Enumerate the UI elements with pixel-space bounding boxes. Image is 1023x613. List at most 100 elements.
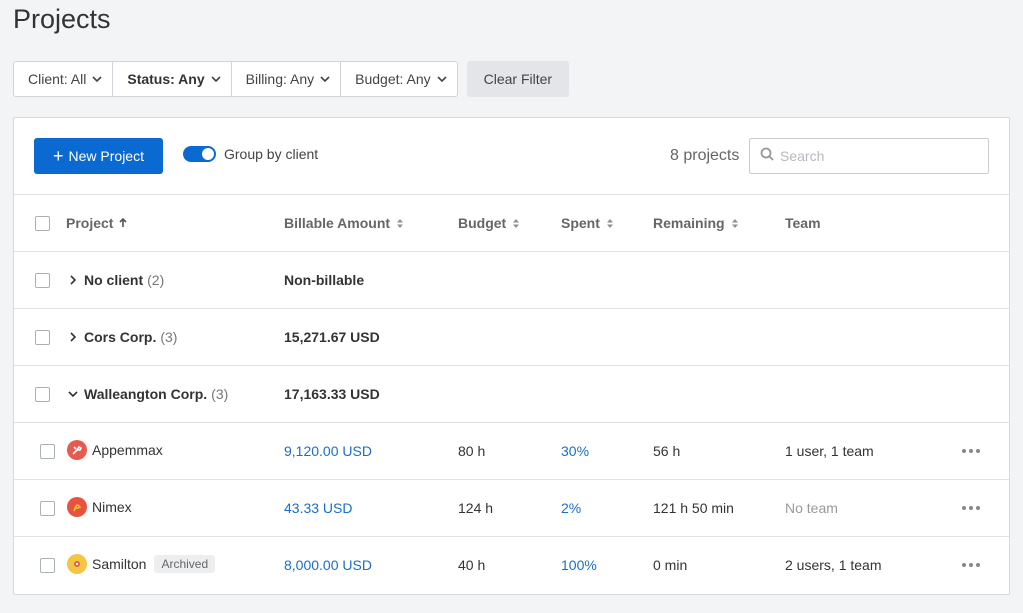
sort-icon <box>512 218 520 229</box>
group-checkbox[interactable] <box>35 273 50 288</box>
new-project-label: New Project <box>68 148 144 164</box>
budget-filter-label: Budget: Any <box>355 71 431 87</box>
billable-amount-link[interactable]: 8,000.00 USD <box>284 557 372 573</box>
more-actions-icon[interactable] <box>962 506 980 510</box>
project-name: Samilton <box>92 556 147 572</box>
group-row-walleangton-corp[interactable]: Walleangton Corp. (3) 17,163.33 USD <box>14 366 1009 423</box>
budget-value: 40 h <box>458 557 486 573</box>
remaining-value: 121 h 50 min <box>653 500 734 516</box>
chevron-down-icon <box>92 74 102 84</box>
clear-filter-button[interactable]: Clear Filter <box>466 61 570 97</box>
spent-link[interactable]: 100% <box>561 557 597 573</box>
projects-toolbar: + New Project Group by client 8 projects <box>14 118 1009 195</box>
budget-value: 80 h <box>458 443 486 459</box>
column-team-label: Team <box>785 215 821 231</box>
project-checkbox[interactable] <box>40 501 55 516</box>
chevron-down-icon <box>437 74 447 84</box>
nimex-avatar-icon <box>67 497 87 517</box>
chevron-right-icon <box>70 275 78 285</box>
group-checkbox[interactable] <box>35 387 50 402</box>
column-project-label: Project <box>66 215 114 231</box>
chevron-down-icon <box>211 74 221 84</box>
group-name-label: Cors Corp. <box>84 329 157 345</box>
budget-value: 124 h <box>458 500 494 516</box>
filter-bar: Client: All Status: Any Billing: Any Bud… <box>13 61 570 97</box>
filter-group: Client: All Status: Any Billing: Any Bud… <box>13 61 458 97</box>
project-name-cell[interactable]: Appemmax <box>67 440 163 460</box>
column-spent[interactable]: Spent <box>561 215 614 231</box>
more-actions-icon[interactable] <box>962 563 980 567</box>
status-filter[interactable]: Status: Any <box>113 62 232 96</box>
group-name[interactable]: Walleangton Corp. (3) <box>68 386 228 402</box>
search-box <box>749 138 989 174</box>
remaining-value: 56 h <box>653 443 681 459</box>
project-name-cell[interactable]: Samilton Archived <box>67 554 216 574</box>
group-by-client-label: Group by client <box>224 146 319 162</box>
column-budget[interactable]: Budget <box>458 215 520 231</box>
project-row-appemmax[interactable]: Appemmax 9,120.00 USD 80 h 30% 56 h 1 us… <box>14 423 1009 480</box>
column-spent-label: Spent <box>561 215 600 231</box>
client-filter[interactable]: Client: All <box>14 62 114 96</box>
more-actions-icon[interactable] <box>962 449 980 453</box>
chevron-right-icon <box>70 332 78 342</box>
project-name-cell[interactable]: Nimex <box>67 497 132 517</box>
group-count: (3) <box>211 386 229 402</box>
budget-filter[interactable]: Budget: Any <box>341 62 457 96</box>
group-name[interactable]: Cors Corp. (3) <box>70 329 177 345</box>
group-row-cors-corp[interactable]: Cors Corp. (3) 15,271.67 USD <box>14 309 1009 366</box>
toggle-knob <box>202 148 214 160</box>
team-value: No team <box>785 500 838 516</box>
new-project-button[interactable]: + New Project <box>34 138 163 174</box>
team-value: 1 user, 1 team <box>785 443 874 459</box>
group-count: (3) <box>160 329 178 345</box>
group-count: (2) <box>147 272 165 288</box>
column-billable-amount[interactable]: Billable Amount <box>284 215 404 231</box>
column-budget-label: Budget <box>458 215 507 231</box>
search-input[interactable] <box>780 148 980 164</box>
group-amount: Non-billable <box>284 272 365 288</box>
group-name[interactable]: No client (2) <box>70 272 164 288</box>
project-count: 8 projects <box>670 147 740 164</box>
select-all-checkbox[interactable] <box>35 216 50 231</box>
projects-panel: + New Project Group by client 8 projects… <box>13 117 1010 595</box>
plus-icon: + <box>53 146 64 166</box>
search-icon <box>760 147 774 166</box>
samilton-avatar-icon <box>67 554 87 574</box>
client-filter-label: Client: All <box>28 71 87 87</box>
column-team: Team <box>785 215 821 231</box>
group-checkbox[interactable] <box>35 330 50 345</box>
billing-filter-label: Billing: Any <box>245 71 315 87</box>
column-remaining[interactable]: Remaining <box>653 215 739 231</box>
billable-amount-link[interactable]: 43.33 USD <box>284 500 352 516</box>
sort-icon <box>606 218 614 229</box>
table-header: Project Billable Amount Budget Spent Rem… <box>14 195 1009 252</box>
page-title: Projects <box>13 4 111 34</box>
project-checkbox[interactable] <box>40 444 55 459</box>
group-by-client-control: Group by client <box>183 146 318 162</box>
sort-icon <box>731 218 739 229</box>
group-name-label: Walleangton Corp. <box>84 386 208 402</box>
archived-badge: Archived <box>154 555 216 573</box>
project-name: Appemmax <box>92 442 163 458</box>
billing-filter[interactable]: Billing: Any <box>232 62 342 96</box>
appemmax-avatar-icon <box>67 440 87 460</box>
sort-ascending-icon <box>119 218 128 228</box>
column-project[interactable]: Project <box>66 215 128 231</box>
group-name-label: No client <box>84 272 144 288</box>
column-billable-label: Billable Amount <box>284 215 391 231</box>
sort-icon <box>396 218 404 229</box>
project-name: Nimex <box>92 499 132 515</box>
chevron-down-icon <box>68 391 78 397</box>
spent-link[interactable]: 2% <box>561 500 581 516</box>
group-amount: 17,163.33 USD <box>284 386 380 402</box>
project-row-nimex[interactable]: Nimex 43.33 USD 124 h 2% 121 h 50 min No… <box>14 480 1009 537</box>
group-by-client-toggle[interactable] <box>183 146 216 162</box>
remaining-value: 0 min <box>653 557 688 573</box>
billable-amount-link[interactable]: 9,120.00 USD <box>284 443 372 459</box>
group-amount: 15,271.67 USD <box>284 329 380 345</box>
project-row-samilton[interactable]: Samilton Archived 8,000.00 USD 40 h 100%… <box>14 537 1009 594</box>
team-value: 2 users, 1 team <box>785 557 882 573</box>
group-row-no-client[interactable]: No client (2) Non-billable <box>14 252 1009 309</box>
project-checkbox[interactable] <box>40 558 55 573</box>
spent-link[interactable]: 30% <box>561 443 589 459</box>
